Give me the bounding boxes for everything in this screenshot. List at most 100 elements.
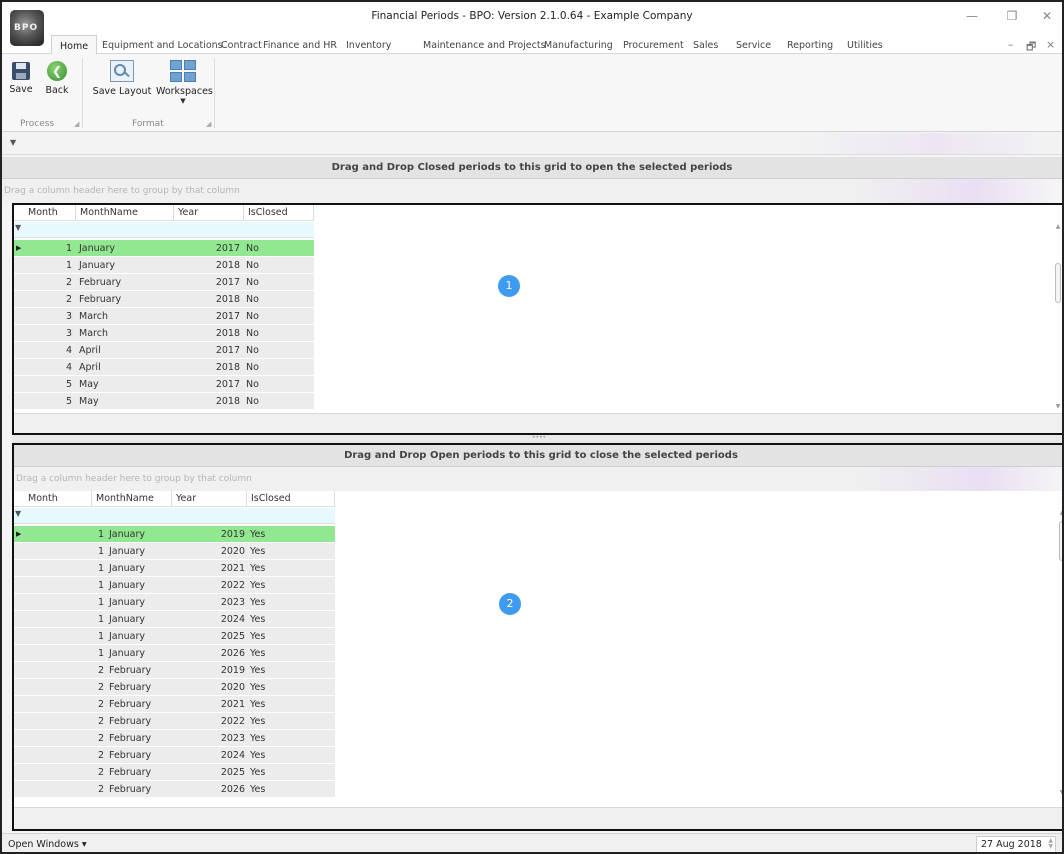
filter-row[interactable] [14, 222, 314, 238]
cell-isclosed: Yes [250, 580, 266, 591]
scroll-down-icon[interactable]: ▼ [1058, 789, 1062, 796]
date-spinner-icon[interactable]: ▲ ▼ [1048, 838, 1053, 850]
scroll-down-icon[interactable]: ▼ [1054, 403, 1062, 410]
app-logo[interactable]: BPO [10, 10, 44, 46]
closed-periods-grid[interactable]: Month MonthName Year IsClosed ▼ ▶ 1 Januar… [12, 203, 1062, 435]
table-row[interactable]: 2 February 2026 Yes [14, 781, 335, 798]
tab-finance-and-hr[interactable]: Finance and HR [263, 40, 337, 51]
cell-monthname: May [79, 396, 99, 407]
cell-year: 2026 [220, 784, 245, 795]
table-row[interactable]: 1 January 2020 Yes [14, 543, 335, 560]
dialog-launcher-icon[interactable]: ◢ [74, 120, 79, 128]
save-button[interactable]: Save [8, 58, 34, 95]
back-button[interactable]: ❮ Back [42, 58, 72, 96]
column-header-month[interactable]: Month [24, 491, 92, 507]
table-row[interactable]: 1 January 2024 Yes [14, 611, 335, 628]
scroll-up-icon[interactable]: ▲ [1058, 509, 1062, 516]
table-row[interactable]: 1 January 2022 Yes [14, 577, 335, 594]
column-header-isclosed[interactable]: IsClosed [247, 491, 335, 507]
table-row[interactable]: 2 February 2019 Yes [14, 662, 335, 679]
cell-isclosed: No [246, 260, 259, 271]
table-row[interactable]: 1 January 2026 Yes [14, 645, 335, 662]
mdi-minimize-button[interactable]: – [1008, 38, 1014, 51]
table-row[interactable]: 2 February 2025 Yes [14, 764, 335, 781]
cell-month: 1 [65, 243, 72, 254]
tab-sales[interactable]: Sales [693, 40, 718, 51]
mdi-close-button[interactable]: × [1046, 38, 1055, 51]
table-row[interactable]: 1 January 2023 Yes [14, 594, 335, 611]
open-windows-button[interactable]: Open Windows ▾ [8, 839, 87, 850]
tab-equipment-and-locations[interactable]: Equipment and Locations [102, 40, 223, 51]
cell-monthname: January [109, 614, 146, 625]
grid-footer [14, 807, 1062, 829]
table-row[interactable]: ▶ 1 January 2019 Yes [14, 526, 335, 543]
cell-isclosed: Yes [250, 767, 266, 778]
column-header-month[interactable]: Month [24, 205, 76, 221]
vertical-scrollbar[interactable]: ▲ ▼ [1058, 509, 1062, 799]
table-row[interactable]: 5 May 2017 No [14, 376, 314, 393]
table-row[interactable]: 3 March 2018 No [14, 325, 314, 342]
table-row[interactable]: 4 April 2018 No [14, 359, 314, 376]
cell-monthname: January [79, 243, 116, 254]
cell-year: 2019 [220, 665, 245, 676]
grid-header: Month MonthName Year IsClosed [14, 491, 335, 507]
table-row[interactable]: 2 February 2020 Yes [14, 679, 335, 696]
tab-contract[interactable]: Contract [221, 40, 262, 51]
tab-manufacturing[interactable]: Manufacturing [544, 40, 613, 51]
column-header-monthname[interactable]: MonthName [76, 205, 174, 221]
minimize-button[interactable]: — [957, 6, 987, 26]
table-row[interactable]: 2 February 2021 Yes [14, 696, 335, 713]
table-row[interactable]: ▶ 1 January 2017 No [14, 240, 314, 257]
table-row[interactable]: 4 April 2017 No [14, 342, 314, 359]
table-row[interactable]: 3 March 2017 No [14, 308, 314, 325]
save-label: Save [9, 84, 33, 95]
filter-row[interactable] [14, 508, 335, 524]
annotation-badge-2: 2 [499, 593, 521, 615]
cell-year: 2024 [220, 750, 245, 761]
close-button[interactable]: ✕ [1032, 6, 1062, 26]
save-layout-button[interactable]: Save Layout [88, 58, 156, 97]
collapse-bar: ▼ [2, 133, 1062, 155]
column-header-isclosed[interactable]: IsClosed [244, 205, 314, 221]
open-periods-grid[interactable]: Drag and Drop Open periods to this grid … [12, 443, 1062, 831]
table-row[interactable]: 5 May 2018 No [14, 393, 314, 410]
tab-service[interactable]: Service [736, 40, 771, 51]
tab-maintenance-and-projects[interactable]: Maintenance and Projects [423, 40, 546, 51]
cell-monthname: February [109, 716, 152, 727]
table-row[interactable]: 1 January 2018 No [14, 257, 314, 274]
cell-month: 4 [65, 362, 72, 373]
column-header-year[interactable]: Year [172, 491, 247, 507]
cell-isclosed: No [246, 311, 259, 322]
workspaces-button[interactable]: Workspaces ▼ [156, 58, 213, 105]
tab-home[interactable]: Home [51, 35, 98, 54]
scrollbar-thumb[interactable] [1059, 521, 1062, 561]
cell-month: 2 [97, 767, 104, 778]
chevron-down-icon[interactable]: ▼ [10, 138, 16, 147]
cell-year: 2018 [215, 362, 240, 373]
cell-monthname: January [109, 648, 146, 659]
scrollbar-thumb[interactable] [1055, 263, 1061, 303]
table-row[interactable]: 1 January 2025 Yes [14, 628, 335, 645]
table-row[interactable]: 1 January 2021 Yes [14, 560, 335, 577]
cell-monthname: May [79, 379, 99, 390]
table-row[interactable]: 2 February 2018 No [14, 291, 314, 308]
table-row[interactable]: 2 February 2024 Yes [14, 747, 335, 764]
tab-inventory[interactable]: Inventory [346, 40, 391, 51]
restore-button[interactable]: ❐ [997, 6, 1027, 26]
column-header-year[interactable]: Year [174, 205, 244, 221]
ribbon: Save ❮ Back Save Layout Workspaces ▼ Pro… [2, 54, 1062, 132]
closed-grid-group-panel[interactable]: Drag a column header here to group by th… [2, 179, 1062, 203]
open-grid-group-panel[interactable]: Drag a column header here to group by th… [14, 467, 1062, 491]
dialog-launcher-icon[interactable]: ◢ [206, 120, 211, 128]
tab-procurement[interactable]: Procurement [623, 40, 684, 51]
tab-reporting[interactable]: Reporting [787, 40, 833, 51]
vertical-scrollbar[interactable]: ▲ ▼ [1054, 223, 1062, 413]
table-row[interactable]: 2 February 2023 Yes [14, 730, 335, 747]
date-field[interactable]: 27 Aug 2018 ▲ ▼ [976, 836, 1056, 852]
table-row[interactable]: 2 February 2022 Yes [14, 713, 335, 730]
scroll-up-icon[interactable]: ▲ [1054, 223, 1062, 230]
tab-utilities[interactable]: Utilities [847, 40, 883, 51]
cell-year: 2021 [220, 699, 245, 710]
column-header-monthname[interactable]: MonthName [92, 491, 172, 507]
table-row[interactable]: 2 February 2017 No [14, 274, 314, 291]
